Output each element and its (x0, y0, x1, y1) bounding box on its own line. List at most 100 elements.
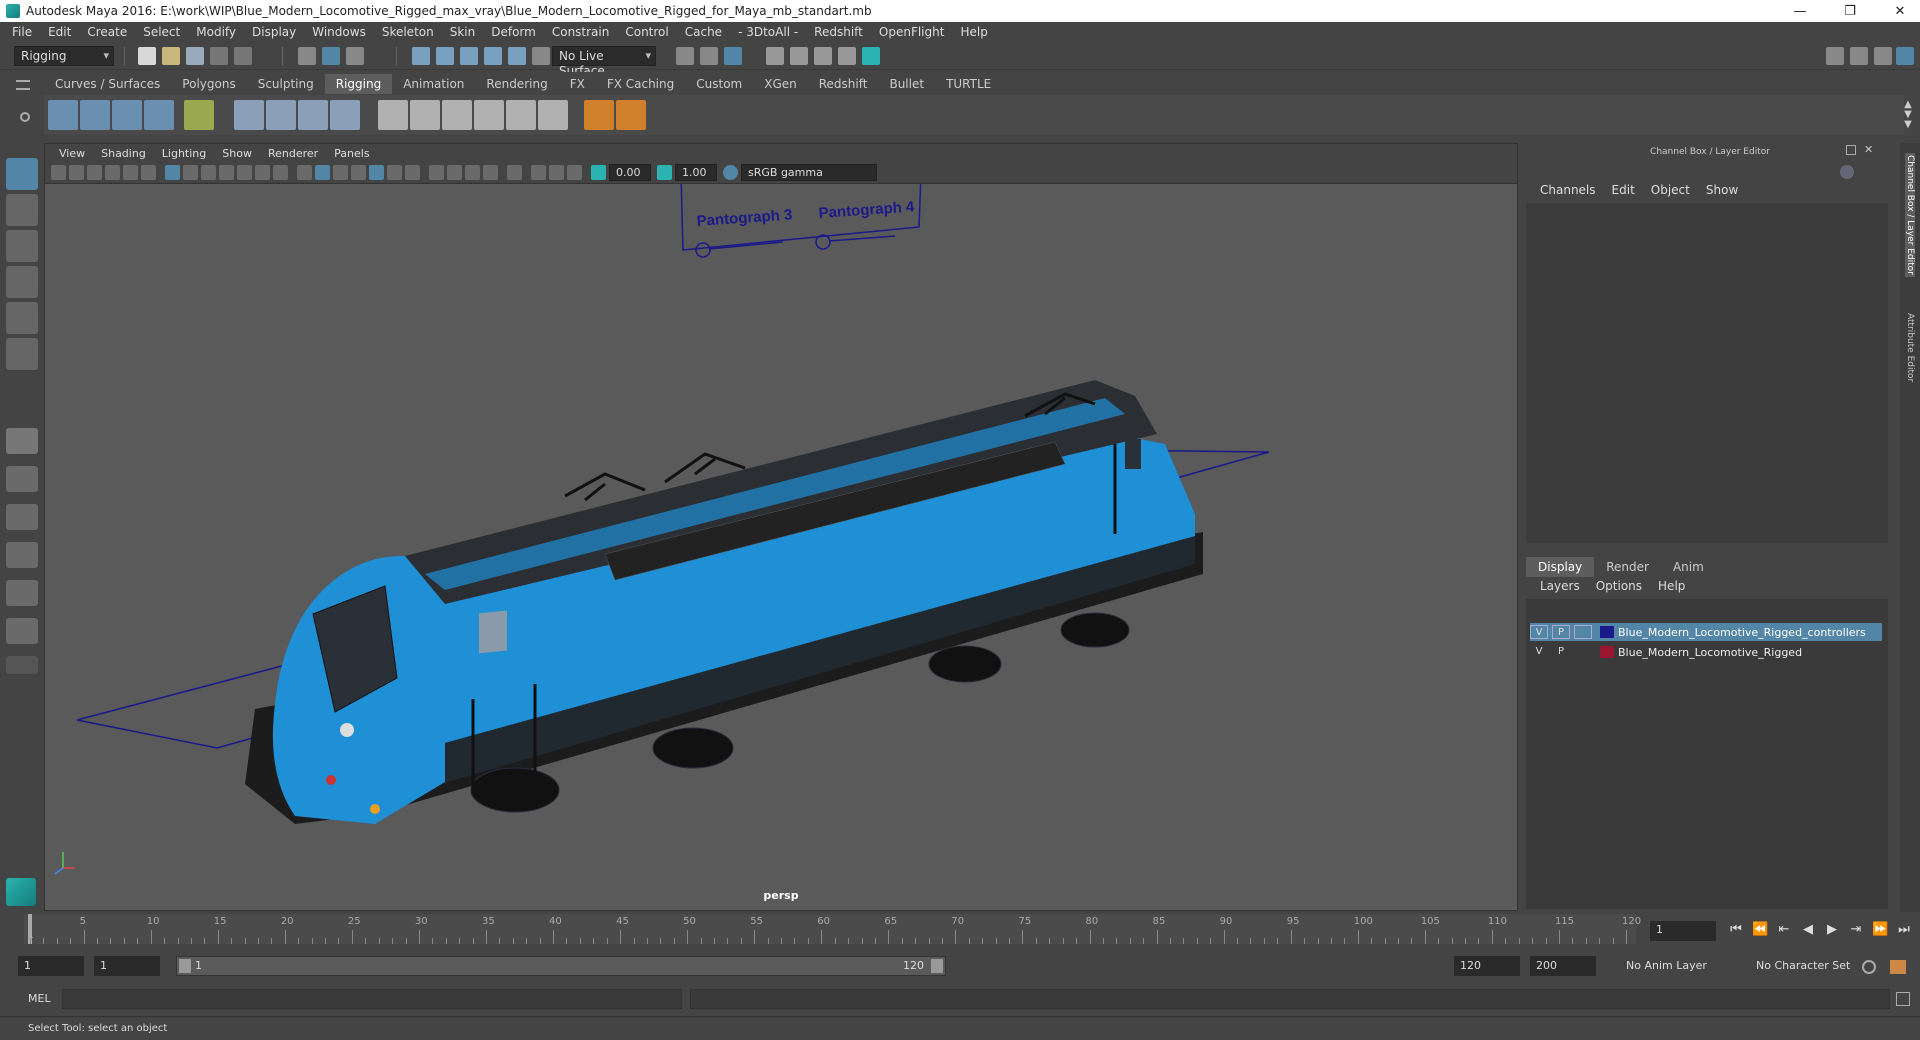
menu-skeleton[interactable]: Skeleton (374, 25, 442, 39)
modeling-toolkit-icon[interactable] (1850, 47, 1868, 65)
menu-control[interactable]: Control (617, 25, 676, 39)
snap-point-icon[interactable] (460, 47, 478, 65)
grid-toggle-icon[interactable] (165, 165, 180, 180)
render-current-frame-icon[interactable] (766, 47, 784, 65)
paint-weights-icon[interactable] (266, 100, 296, 130)
float-panel-icon[interactable] (1846, 145, 1856, 155)
layer-display-type-toggle[interactable] (1574, 645, 1592, 659)
playback-end-field[interactable]: 120 (1454, 956, 1520, 976)
cb-menu-edit[interactable]: Edit (1604, 183, 1643, 197)
menu-redshift[interactable]: Redshift (806, 25, 871, 39)
open-scene-icon[interactable] (162, 47, 180, 65)
attribute-editor-toggle-icon[interactable] (1874, 47, 1892, 65)
channel-box-toggle-icon[interactable] (1896, 47, 1914, 65)
auto-key-icon[interactable] (1862, 960, 1876, 974)
layer-tab-render[interactable]: Render (1594, 557, 1661, 577)
film-gate-icon[interactable] (183, 165, 198, 180)
exposure-field[interactable]: 0.00 (609, 164, 651, 181)
vp-menu-panels[interactable]: Panels (326, 147, 377, 160)
orient-joint-icon[interactable] (144, 100, 174, 130)
select-object-icon[interactable] (322, 47, 340, 65)
layer-row-controllers[interactable]: V P Blue_Modern_Locomotive_Rigged_contro… (1530, 623, 1882, 641)
menu-cache[interactable]: Cache (677, 25, 730, 39)
play-forwards-icon[interactable]: ▶ (1824, 922, 1840, 938)
workspace-icon[interactable] (1826, 47, 1844, 65)
anim-layer-dropdown[interactable]: No Anim Layer (1622, 956, 1711, 975)
wireframe-icon[interactable] (297, 165, 312, 180)
script-editor-icon[interactable] (1896, 992, 1910, 1006)
aim-constraint-icon[interactable] (474, 100, 504, 130)
four-pane-layout-icon[interactable] (6, 466, 38, 492)
textured-icon[interactable] (369, 165, 384, 180)
vp-menu-lighting[interactable]: Lighting (154, 147, 214, 160)
layer-playback-toggle[interactable]: P (1552, 645, 1570, 659)
menu-constrain[interactable]: Constrain (544, 25, 618, 39)
select-component-icon[interactable] (346, 47, 364, 65)
menu-skin[interactable]: Skin (442, 25, 484, 39)
restore-button[interactable]: ❐ (1830, 0, 1870, 22)
go-to-end-icon[interactable]: ⏭ (1896, 922, 1912, 938)
scale-tool-icon[interactable] (6, 338, 38, 370)
maya-home-icon[interactable] (6, 878, 36, 906)
hypershade-icon[interactable] (838, 47, 856, 65)
layer-row-model[interactable]: V P Blue_Modern_Locomotive_Rigged (1530, 643, 1882, 661)
wireframe-on-shaded-icon[interactable] (333, 165, 348, 180)
animation-end-field[interactable]: 200 (1530, 956, 1596, 976)
lasso-tool-icon[interactable] (6, 194, 38, 226)
paint-select-tool-icon[interactable] (6, 230, 38, 262)
select-camera-icon[interactable] (51, 165, 66, 180)
shelf-menu-icon[interactable] (16, 80, 30, 90)
menu-help[interactable]: Help (952, 25, 995, 39)
channel-box-options-icon[interactable] (1840, 165, 1854, 179)
shelf-tab-rendering[interactable]: Rendering (475, 74, 558, 94)
close-button[interactable]: ✕ (1880, 0, 1920, 22)
safe-action-icon[interactable] (255, 165, 270, 180)
cb-menu-show[interactable]: Show (1698, 183, 1746, 197)
redo-icon[interactable] (234, 47, 252, 65)
shelf-tab-curves-surfaces[interactable]: Curves / Surfaces (44, 74, 171, 94)
step-forward-frame-icon[interactable]: ⇥ (1848, 922, 1864, 938)
gate-mask-icon[interactable] (219, 165, 234, 180)
render-settings-icon[interactable] (814, 47, 832, 65)
menu-select[interactable]: Select (135, 25, 188, 39)
layer-visibility-toggle[interactable]: V (1530, 645, 1548, 659)
screen-space-ao-icon[interactable] (429, 165, 444, 180)
rotate-tool-icon[interactable] (6, 302, 38, 334)
hypershade-layout-icon[interactable] (6, 618, 38, 644)
layer-display-type-toggle[interactable] (1574, 625, 1592, 639)
mirror-joint-icon[interactable] (112, 100, 142, 130)
single-pane-layout-icon[interactable] (6, 428, 38, 454)
point-constraint-icon[interactable] (442, 100, 472, 130)
range-end-handle[interactable] (931, 959, 943, 973)
locomotive-model[interactable] (245, 380, 1203, 824)
quick-rig-icon[interactable] (184, 100, 214, 130)
layer-tab-anim[interactable]: Anim (1661, 557, 1716, 577)
joint-tool-icon[interactable] (48, 100, 78, 130)
layer-name[interactable]: Blue_Modern_Locomotive_Rigged (1618, 646, 1802, 659)
use-all-lights-icon[interactable] (387, 165, 402, 180)
output-ops-icon[interactable] (700, 47, 718, 65)
viewport-scene[interactable]: Pantograph 3 Pantograph 4 (45, 184, 1518, 911)
depth-of-field-icon[interactable] (483, 165, 498, 180)
camera-attributes-icon[interactable] (69, 165, 84, 180)
current-frame-field[interactable]: 1 (1650, 921, 1716, 941)
xray-components-icon[interactable] (549, 165, 564, 180)
gamma-field[interactable]: 1.00 (675, 164, 717, 181)
viewport-panel[interactable]: View Shading Lighting Show Renderer Pane… (44, 143, 1518, 911)
motion-blur-icon[interactable] (447, 165, 462, 180)
new-scene-icon[interactable] (138, 47, 156, 65)
side-tab-channel-box[interactable]: Channel Box / Layer Editor (1905, 153, 1915, 277)
vp-menu-view[interactable]: View (51, 147, 93, 160)
select-tool-icon[interactable] (6, 158, 38, 190)
menuset-dropdown[interactable]: Rigging (14, 46, 114, 66)
render-view-icon[interactable] (862, 47, 880, 65)
time-slider-track[interactable]: 1 51015202530354045505560657075808590951… (24, 914, 1641, 944)
construction-history-icon[interactable] (724, 47, 742, 65)
layer-color-swatch[interactable] (1600, 646, 1614, 658)
minimize-button[interactable]: — (1780, 0, 1820, 22)
menu-modify[interactable]: Modify (188, 25, 244, 39)
cluster-icon[interactable] (330, 100, 360, 130)
ik-spline-icon[interactable] (410, 100, 440, 130)
command-language-label[interactable]: MEL (28, 992, 51, 1005)
vp-menu-renderer[interactable]: Renderer (260, 147, 326, 160)
